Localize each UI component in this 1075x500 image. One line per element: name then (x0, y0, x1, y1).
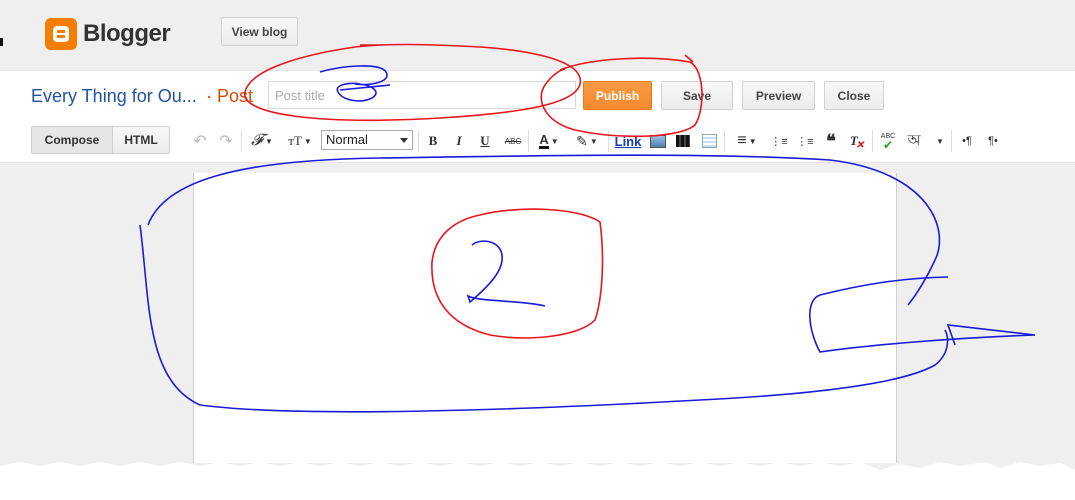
brand-name: Blogger (83, 20, 171, 47)
input-tools-icon[interactable]: অ (904, 130, 924, 152)
toolbar-divider (608, 130, 609, 152)
spellcheck-icon[interactable]: ABC ✔ (878, 130, 898, 152)
compose-tab[interactable]: Compose (31, 126, 113, 154)
toolbar-divider (241, 130, 242, 152)
blog-name-link[interactable]: Every Thing for Ou... (31, 86, 197, 107)
save-button[interactable]: Save (661, 81, 733, 110)
post-header: Every Thing for Ou... · Post Publish Sav… (0, 70, 1075, 121)
jump-break-icon[interactable] (700, 130, 718, 152)
font-family-icon[interactable]: 𝓕 ▼ (248, 130, 276, 152)
view-blog-button[interactable]: View blog (221, 17, 298, 46)
toolbar-divider (951, 130, 952, 152)
insert-image-icon[interactable] (649, 130, 667, 152)
highlight-color-icon[interactable]: ✎ ▼ (572, 130, 602, 152)
breadcrumb-separator: · (206, 86, 212, 106)
blogger-logo[interactable]: Blogger (45, 18, 171, 50)
italic-icon[interactable]: I (452, 130, 466, 152)
post-body-editor[interactable] (193, 173, 897, 463)
edge-mark (0, 38, 3, 46)
post-title-input[interactable] (268, 81, 576, 109)
underline-icon[interactable]: U (478, 130, 492, 152)
remove-formatting-icon[interactable]: T ✕ (848, 130, 866, 152)
close-button[interactable]: Close (824, 81, 884, 110)
link-button[interactable]: Link (614, 130, 642, 152)
preview-button[interactable]: Preview (742, 81, 815, 110)
toolbar-divider (872, 130, 873, 152)
text-color-icon[interactable]: A ▼ (534, 130, 564, 152)
text-size-icon[interactable]: тT ▼ (284, 130, 316, 152)
redo-icon[interactable]: ↷ (218, 130, 234, 152)
toolbar-divider (528, 130, 529, 152)
post-breadcrumb: Post (217, 86, 254, 106)
right-to-left-icon[interactable]: ¶• (984, 130, 1002, 152)
top-bar: Blogger View blog (0, 0, 1075, 70)
mode-toggle: Compose HTML (31, 126, 170, 154)
toolbar-divider (724, 130, 725, 152)
bulleted-list-icon[interactable]: ⋮≡ (796, 130, 814, 152)
input-tools-dropdown-icon[interactable]: ▼ (932, 130, 946, 152)
insert-video-icon[interactable] (674, 130, 692, 152)
bold-icon[interactable]: B (426, 130, 440, 152)
left-to-right-icon[interactable]: •¶ (958, 130, 976, 152)
undo-icon[interactable]: ↶ (192, 130, 208, 152)
numbered-list-icon[interactable]: ⋮≡ (770, 130, 788, 152)
paragraph-format-select[interactable]: Normal (321, 130, 413, 150)
strikethrough-icon[interactable]: ABC (502, 130, 524, 152)
blogger-logo-icon (45, 18, 77, 50)
publish-button[interactable]: Publish (583, 81, 652, 110)
align-icon[interactable]: ≡ ▼ (732, 130, 762, 152)
quote-icon[interactable]: ❝ (822, 130, 840, 152)
editor-toolbar: Compose HTML ↶ ↷ 𝓕 ▼ тT ▼ Normal B I U ABC… (0, 120, 1075, 163)
html-tab[interactable]: HTML (113, 126, 170, 154)
toolbar-divider (418, 130, 419, 152)
